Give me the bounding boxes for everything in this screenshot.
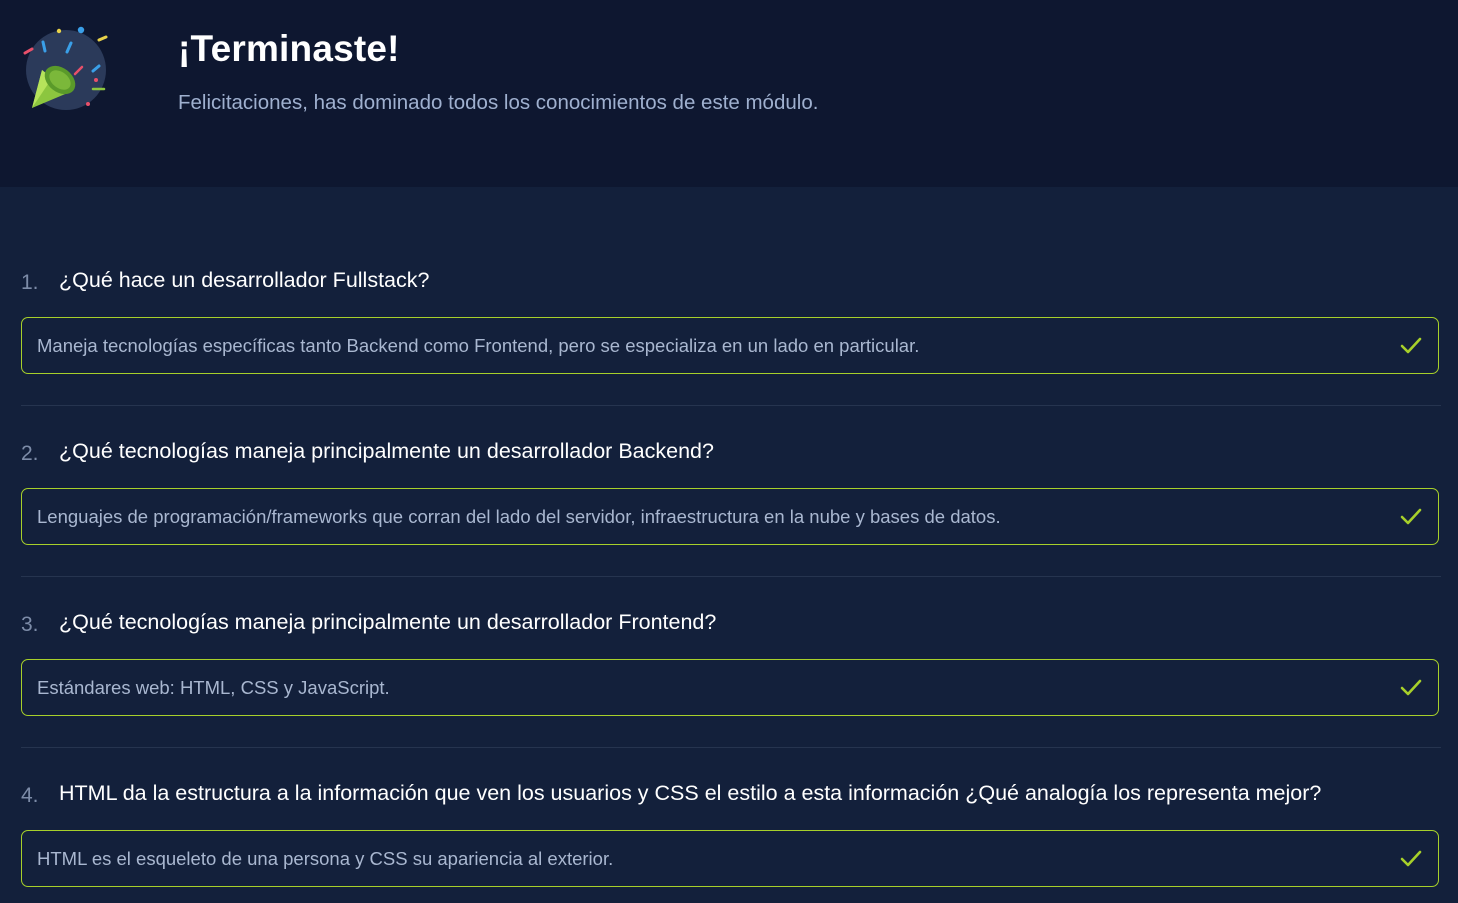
answer-text: Maneja tecnologías específicas tanto Bac… (37, 335, 920, 356)
question-number: 1. (21, 271, 39, 294)
question-number: 4. (21, 784, 39, 807)
divider (21, 405, 1441, 406)
question-text: ¿Qué tecnologías maneja principalmente u… (59, 439, 714, 463)
question-number: 3. (21, 613, 39, 636)
answer-option-correct[interactable]: Estándares web: HTML, CSS y JavaScript. (21, 659, 1439, 716)
answer-text: Estándares web: HTML, CSS y JavaScript. (37, 677, 390, 698)
party-popper-icon (23, 26, 108, 110)
answer-text: HTML es el esqueleto de una persona y CS… (37, 848, 614, 869)
divider (21, 576, 1441, 577)
page-title: ¡Terminaste! (178, 28, 400, 69)
check-icon (1400, 337, 1422, 354)
question-text: ¿Qué hace un desarrollador Fullstack? (59, 268, 430, 292)
answer-option-correct[interactable]: HTML es el esqueleto de una persona y CS… (21, 830, 1439, 887)
answer-option-correct[interactable]: Lenguajes de programación/frameworks que… (21, 488, 1439, 545)
divider (21, 747, 1441, 748)
result-header: ¡Terminaste! Felicitaciones, has dominad… (0, 0, 1458, 187)
check-icon (1400, 850, 1422, 867)
answer-text: Lenguajes de programación/frameworks que… (37, 506, 1001, 527)
question-number: 2. (21, 442, 39, 465)
answer-option-correct[interactable]: Maneja tecnologías específicas tanto Bac… (21, 317, 1439, 374)
check-icon (1400, 679, 1422, 696)
question-text: HTML da la estructura a la información q… (59, 781, 1322, 805)
check-icon (1400, 508, 1422, 525)
question-text: ¿Qué tecnologías maneja principalmente u… (59, 610, 717, 634)
page-subtitle: Felicitaciones, has dominado todos los c… (178, 91, 819, 114)
